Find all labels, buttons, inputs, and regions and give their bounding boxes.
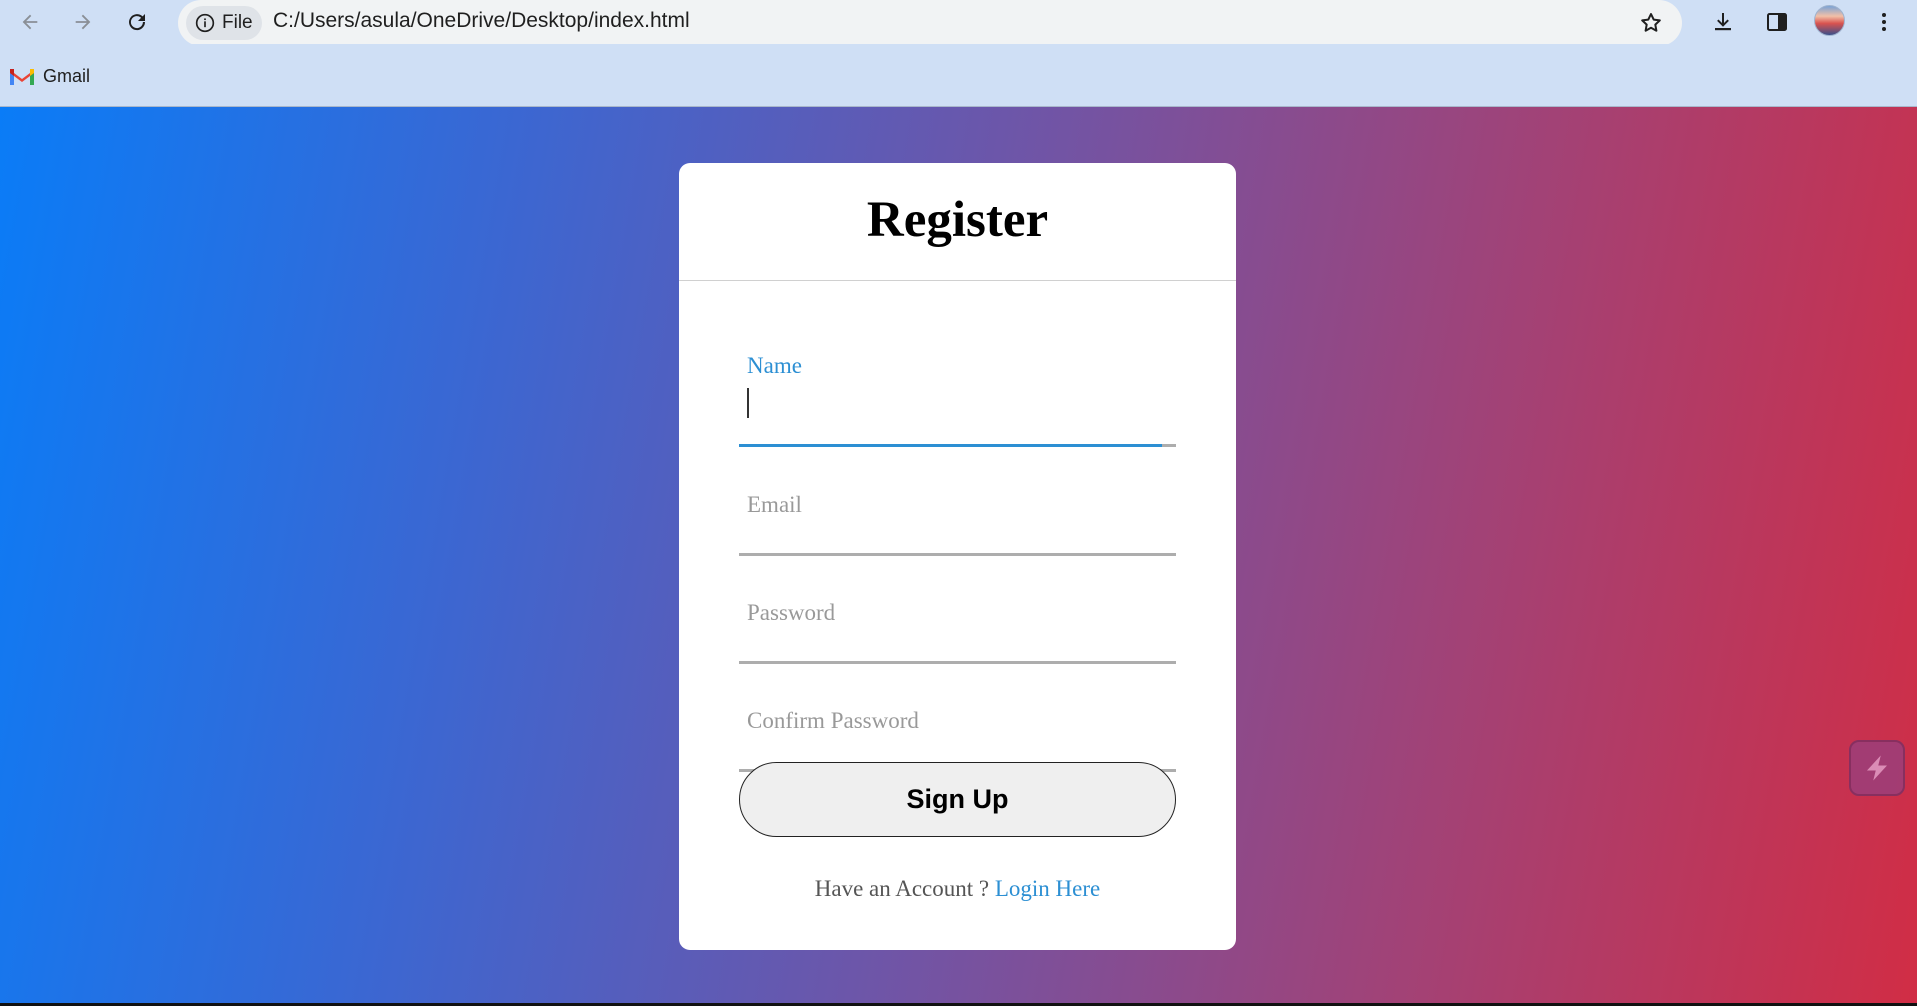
site-chip-label: File	[222, 12, 253, 33]
login-here-link[interactable]: Login Here	[995, 876, 1100, 901]
bookmark-star-button[interactable]	[1631, 3, 1671, 43]
reload-button[interactable]	[117, 2, 157, 42]
profile-avatar[interactable]	[1814, 5, 1845, 36]
downloads-button[interactable]	[1703, 2, 1743, 42]
bookmark-label: Gmail	[43, 65, 91, 86]
text-cursor	[747, 388, 749, 418]
star-icon	[1641, 13, 1661, 32]
name-underline-focus	[739, 444, 1162, 447]
page-title: Register	[866, 192, 1049, 248]
side-panel-icon	[1767, 13, 1787, 31]
url-text[interactable]: C:/Users/asula/OneDrive/Desktop/index.ht…	[273, 0, 690, 46]
back-button[interactable]	[10, 2, 50, 42]
more-menu-button[interactable]	[1864, 2, 1904, 42]
forward-button[interactable]	[63, 2, 103, 42]
lightning-extension-icon	[1867, 755, 1887, 781]
side-panel-button[interactable]	[1757, 2, 1797, 42]
login-prompt: Have an Account ? Login Here	[679, 876, 1236, 902]
sign-up-button[interactable]: Sign Up	[739, 762, 1176, 837]
bookmarks-bar: Gmail	[0, 44, 1917, 107]
confirm-password-field[interactable]: Confirm Password	[739, 682, 1176, 772]
login-prompt-text: Have an Account ?	[814, 876, 990, 901]
back-arrow-icon	[22, 14, 38, 30]
password-label: Password	[747, 600, 836, 625]
site-info-chip[interactable]: File	[186, 6, 262, 40]
more-menu-icon	[1882, 13, 1886, 31]
register-card: Register Name Email Password Confirm Pas…	[679, 163, 1236, 950]
title-divider	[679, 280, 1236, 281]
gmail-icon	[10, 69, 34, 85]
floating-extension-button[interactable]	[1849, 740, 1905, 796]
password-field[interactable]: Password	[739, 574, 1176, 664]
name-label: Name	[747, 353, 802, 378]
email-label: Email	[747, 492, 802, 517]
password-underline	[739, 661, 1176, 664]
download-icon	[1715, 13, 1731, 31]
confirm-password-label: Confirm Password	[747, 708, 919, 733]
browser-toolbar: File C:/Users/asula/OneDrive/Desktop/ind…	[0, 0, 1917, 46]
forward-arrow-icon	[75, 14, 91, 30]
info-icon	[195, 13, 215, 33]
bookmark-gmail[interactable]: Gmail	[10, 62, 90, 90]
page-background: Register Name Email Password Confirm Pas…	[0, 107, 1917, 1006]
reload-icon	[129, 14, 146, 31]
name-field[interactable]: Name	[739, 353, 1176, 447]
email-field[interactable]: Email	[739, 466, 1176, 556]
address-bar[interactable]: File C:/Users/asula/OneDrive/Desktop/ind…	[178, 0, 1682, 46]
email-underline	[739, 553, 1176, 556]
